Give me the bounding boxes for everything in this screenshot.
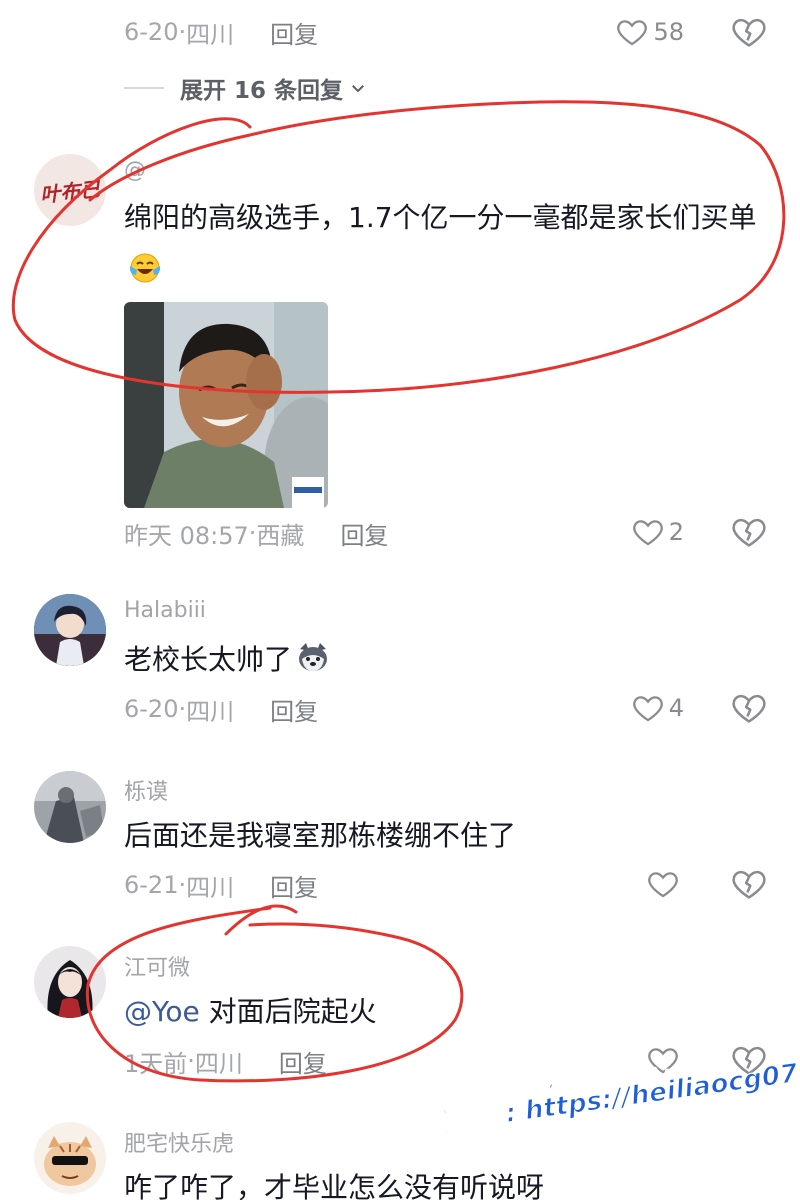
comment-text: 咋了咋了，才毕业怎么没有听说呀 [124,1171,545,1200]
comment-location: 四川 [194,1049,243,1078]
broken-heart-icon[interactable] [730,513,768,551]
comment-date: 6-21 [124,871,179,899]
like-button[interactable] [646,864,684,904]
comment-time: 1天前 [124,1049,188,1078]
comment-username[interactable]: 江可微 [124,950,190,982]
comment-text: 老校长太帅了 [124,634,774,686]
comment-username[interactable]: 肥宅快乐虎 [124,1126,234,1158]
laughing-man-photo [124,302,328,508]
heart-icon [648,872,678,898]
comment-text-body: 对面后院起火 [208,995,377,1028]
expand-replies-label: 展开 16 条回复 [180,78,344,104]
comment-text-body: 老校长太帅了 [124,643,293,676]
anime-avatar-image [34,594,106,666]
comment-text: @Yoe 对面后院起火 [124,986,774,1038]
avatar[interactable]: 叶布已 [34,154,106,226]
comment-date: 6-20 [124,18,179,46]
comment-time: 昨天 08:57 [124,521,249,550]
comment-text: 后面还是我寝室那栋楼绷不住了 [124,819,517,852]
comment-meta-top: 6-20 · 四川 回复 [124,12,318,52]
avatar-signature-text: 叶布已 [39,176,102,207]
comment-meta: 1天前 · 四川 回复 [124,1041,327,1081]
like-count: 58 [653,18,684,46]
comment-location: 西藏 [256,521,305,550]
avatar[interactable] [34,771,106,843]
comment-username[interactable]: 栎谟 [124,774,168,806]
comment-location: 四川 [186,873,235,902]
laughing-crying-emoji [129,253,161,283]
comment-meta: 6-20 · 四川 回复 [124,689,318,729]
comment-meta: 6-21 · 四川 回复 [124,865,318,905]
comment-location: 四川 [186,20,235,49]
reply-button[interactable]: 回复 [270,692,318,727]
like-button[interactable]: 58 [615,12,684,52]
comment-text-body: 绵阳的高级选手，1.7个亿一分一毫都是家长们买单 [124,201,757,234]
comment-text: 绵阳的高级选手，1.7个亿一分一毫都是家长们买单 [124,192,774,296]
heart-icon [632,696,663,722]
like-count: 4 [668,694,684,722]
comment-date: 6-20 [124,695,179,723]
broken-heart-icon[interactable] [730,13,768,51]
avatar[interactable] [34,946,106,1018]
comment-username[interactable]: Halabiii [124,598,206,623]
avatar[interactable] [34,594,106,666]
grayscale-avatar-image [34,771,106,843]
like-count: 2 [668,518,684,546]
reply-button[interactable]: 回复 [279,1044,327,1079]
expand-replies-button[interactable]: 展开 16 条回复 [124,68,367,108]
husky-dog-emoji [299,643,328,671]
heart-icon [632,520,663,546]
comment-location: 四川 [186,697,235,726]
avatar[interactable] [34,1122,106,1194]
reply-button[interactable]: 回复 [270,868,318,903]
comment-meta: 昨天 08:57 · 西藏 回复 [124,513,388,553]
anime-girl-avatar-image [34,946,106,1018]
reply-button[interactable]: 回复 [340,516,388,551]
reply-button[interactable]: 回复 [270,15,318,50]
tiger-avatar-image [34,1122,106,1194]
comment-image[interactable] [124,302,328,508]
mention-link[interactable]: @Yoe [124,995,200,1028]
heart-icon [617,20,648,46]
broken-heart-icon[interactable] [730,865,768,903]
like-button[interactable]: 4 [631,688,684,728]
divider [124,87,164,89]
comment-username[interactable]: @ [124,158,146,183]
chevron-down-icon [352,85,364,93]
like-button[interactable]: 2 [631,512,684,552]
broken-heart-icon[interactable] [730,689,768,727]
